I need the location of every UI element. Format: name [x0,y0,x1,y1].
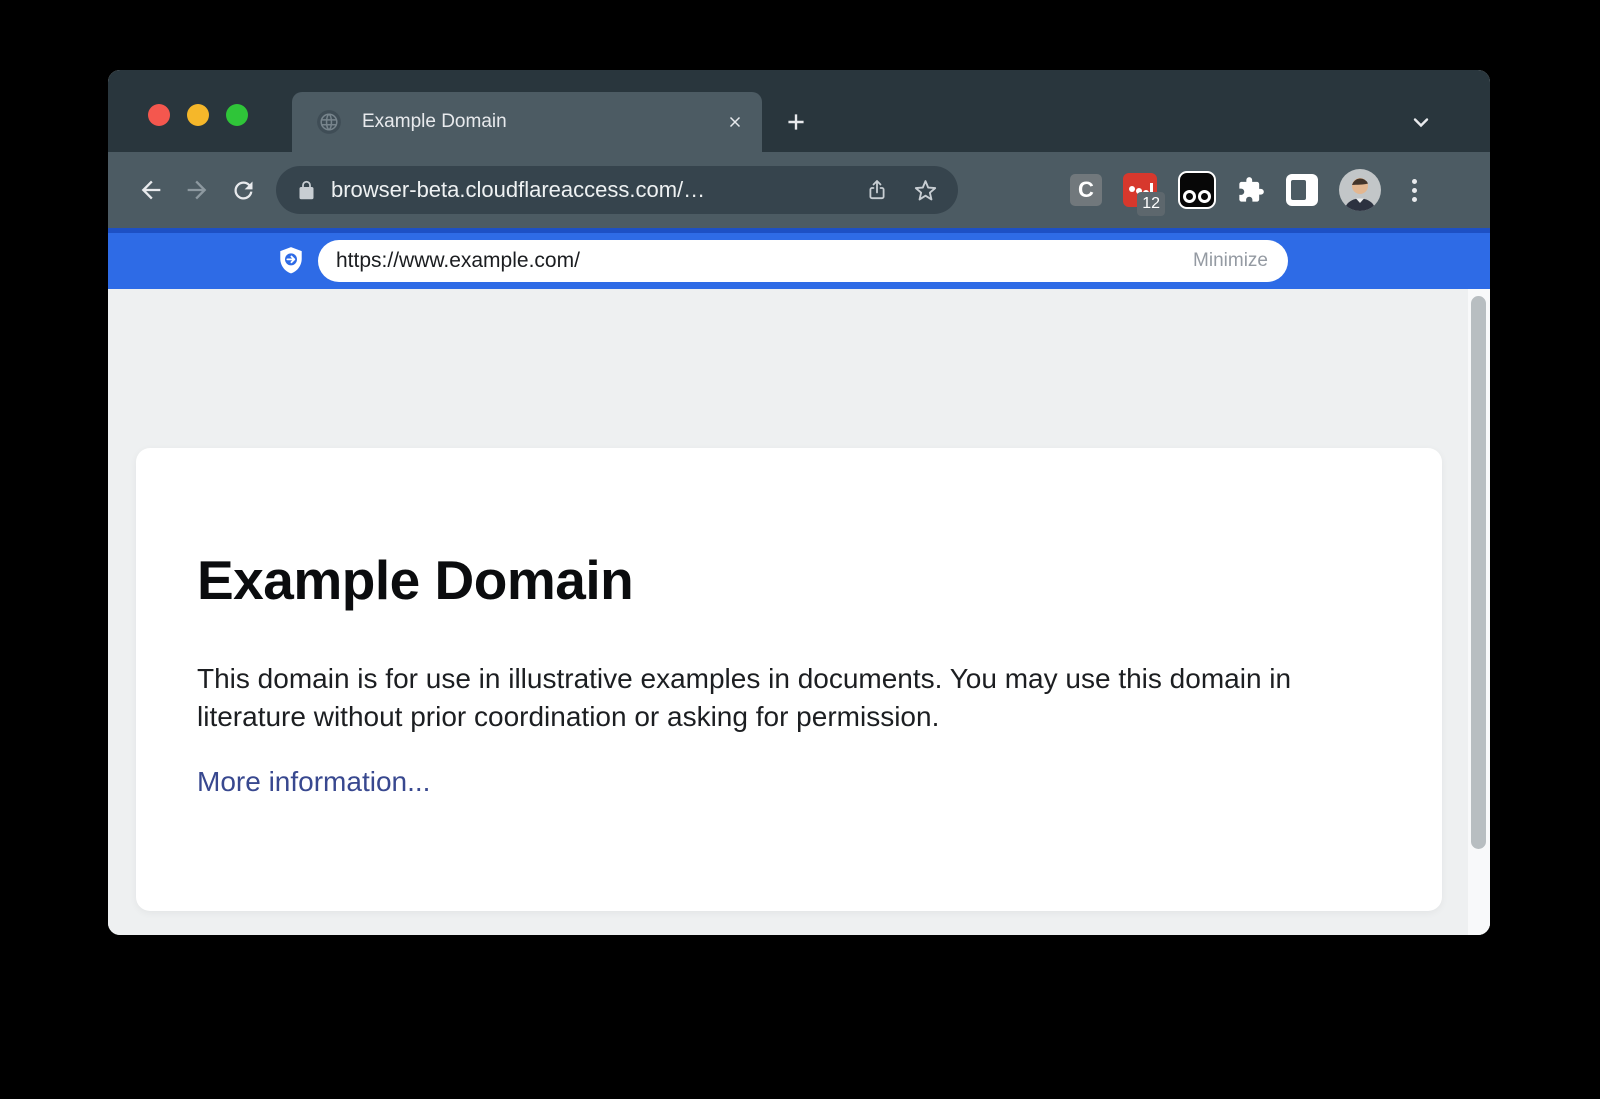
browser-window: Example Domain [108,70,1490,935]
extension-badge: 12 [1137,192,1165,216]
window-minimize-button[interactable] [187,104,209,126]
extensions-puzzle-icon[interactable] [1237,176,1265,204]
page-title: Example Domain [197,548,1442,612]
scrollbar-track[interactable] [1468,289,1490,935]
tab-title: Example Domain [362,111,726,133]
toolbar: browser-beta.cloudflareaccess.com/… C [108,152,1490,228]
profile-avatar[interactable] [1339,169,1381,211]
share-icon[interactable] [865,178,889,202]
side-panel-icon[interactable] [1286,174,1318,206]
globe-favicon-icon [316,109,342,135]
isolation-bar: https://www.example.com/ Minimize [108,233,1490,289]
extensions-row: C 12 [970,169,1426,211]
lock-icon[interactable] [296,180,317,201]
extension-red-dots-icon[interactable]: 12 [1123,173,1157,207]
isolation-url-text: https://www.example.com/ [336,249,1191,273]
tab-search-chevron-icon[interactable] [1400,101,1442,143]
window-close-button[interactable] [148,104,170,126]
extension-c-icon[interactable]: C [1070,174,1102,206]
example-domain-card: Example Domain This domain is for use in… [136,448,1442,911]
extension-binoculars-icon[interactable] [1178,171,1216,209]
page-viewport: Example Domain This domain is for use in… [108,289,1490,935]
new-tab-button[interactable] [776,102,816,142]
tab-strip: Example Domain [108,70,1490,152]
tab-example-domain[interactable]: Example Domain [292,92,762,152]
isolation-shield-icon [278,246,304,276]
bookmark-star-icon[interactable] [913,178,938,203]
page-paragraph: This domain is for use in illustrative e… [197,660,1347,736]
traffic-lights [148,104,248,126]
isolation-url-field[interactable]: https://www.example.com/ Minimize [318,240,1288,282]
forward-icon[interactable] [174,167,220,213]
more-information-link[interactable]: More information... [197,766,430,798]
tab-close-icon[interactable] [726,113,744,131]
minimize-button[interactable]: Minimize [1191,246,1270,276]
window-zoom-button[interactable] [226,104,248,126]
scrollbar-thumb[interactable] [1471,296,1486,849]
chrome-menu-kebab-icon[interactable] [1402,179,1426,202]
back-icon[interactable] [128,167,174,213]
address-bar[interactable]: browser-beta.cloudflareaccess.com/… [276,166,958,214]
address-url-text: browser-beta.cloudflareaccess.com/… [331,177,865,203]
reload-icon[interactable] [220,167,266,213]
